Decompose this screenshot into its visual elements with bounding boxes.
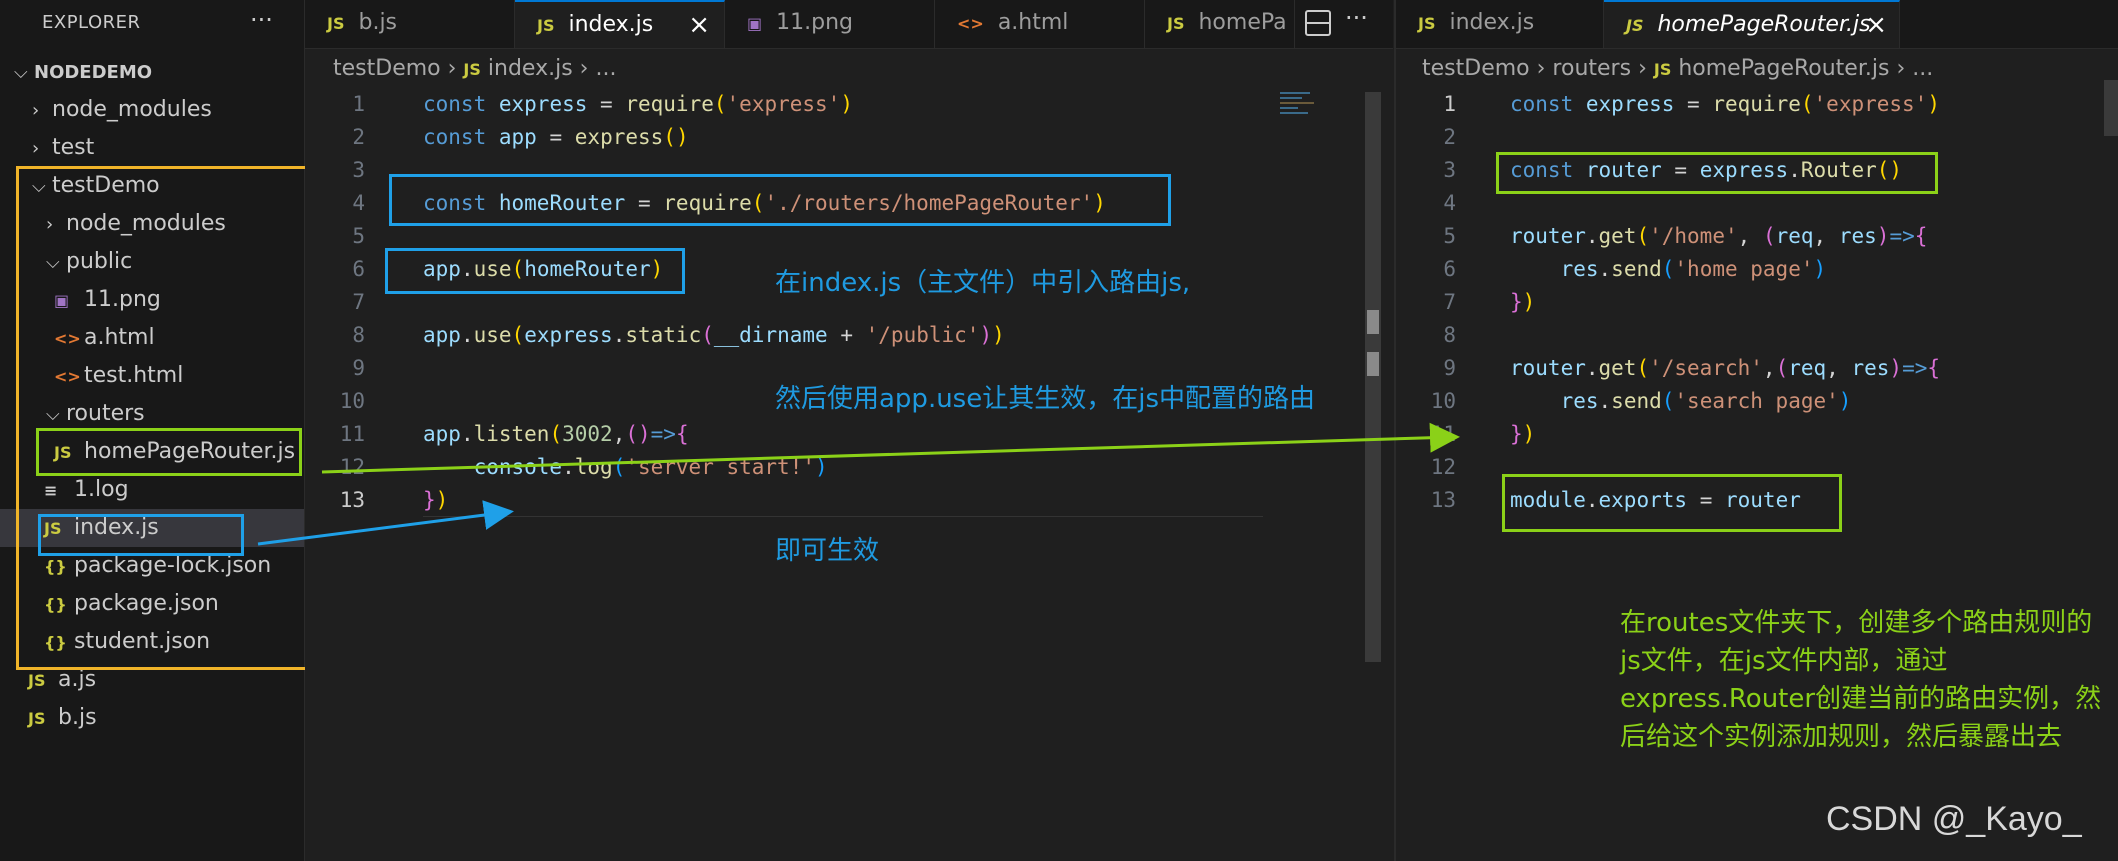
arrow-blue <box>257 500 514 546</box>
annotation-arrows <box>257 422 1460 546</box>
arrow-green <box>321 422 1460 474</box>
